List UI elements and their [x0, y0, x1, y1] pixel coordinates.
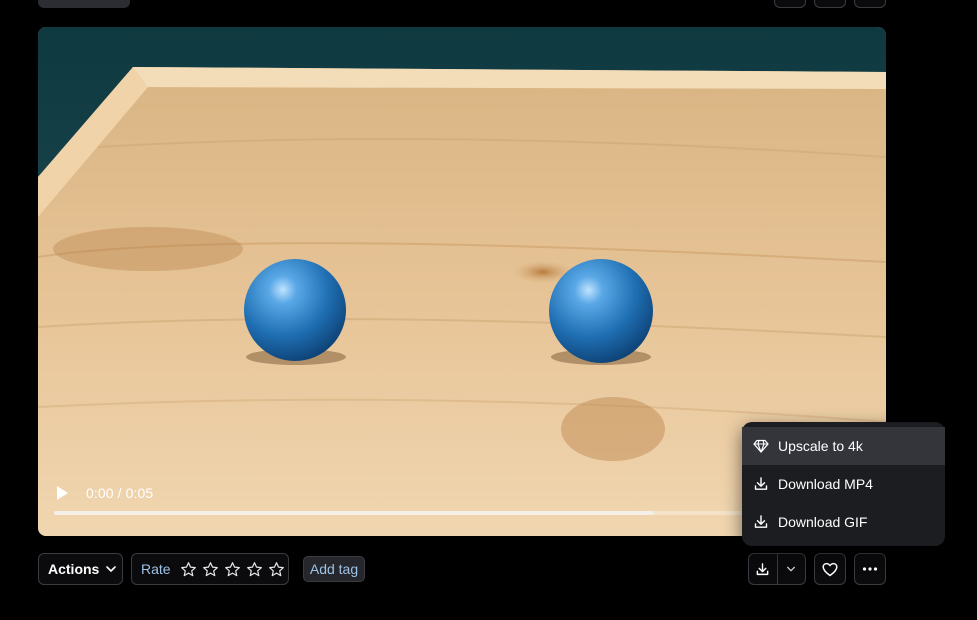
menu-item-download-gif[interactable]: Download GIF: [742, 503, 945, 541]
download-split-button: [748, 553, 806, 585]
blue-ball-right: [549, 259, 653, 363]
menu-item-label: Download MP4: [778, 476, 873, 492]
progress-fill: [54, 511, 654, 515]
top-icon-button-1[interactable]: [774, 0, 806, 8]
ellipsis-icon: [862, 567, 878, 571]
menu-item-upscale[interactable]: Upscale to 4k: [742, 427, 945, 465]
diamond-icon: [753, 439, 769, 453]
actions-label: Actions: [48, 561, 100, 577]
star-icon[interactable]: [224, 561, 241, 578]
download-button[interactable]: [749, 554, 778, 584]
rate-label: Rate: [141, 561, 171, 577]
more-options-button[interactable]: [854, 553, 886, 585]
menu-item-label: Upscale to 4k: [778, 438, 863, 454]
download-icon: [754, 515, 768, 528]
favorite-button[interactable]: [814, 553, 846, 585]
menu-item-label: Download GIF: [778, 514, 868, 530]
top-pill-button[interactable]: [38, 0, 130, 8]
chevron-down-icon: [106, 566, 117, 572]
top-toolbar-cropped: [0, 0, 977, 10]
rate-control: Rate: [131, 553, 289, 585]
actions-button[interactable]: Actions: [38, 553, 123, 585]
star-icon[interactable]: [202, 561, 219, 578]
blue-ball-left: [244, 259, 346, 361]
star-rating: [175, 561, 285, 578]
download-options-button[interactable]: [778, 554, 806, 584]
top-icon-button-3[interactable]: [854, 0, 886, 8]
play-icon[interactable]: [54, 484, 70, 502]
download-icon: [754, 477, 768, 490]
chevron-down-icon: [787, 566, 796, 572]
time-display: 0:00 / 0:05: [86, 485, 154, 501]
star-icon[interactable]: [180, 561, 197, 578]
download-icon: [756, 562, 769, 575]
menu-item-download-mp4[interactable]: Download MP4: [742, 465, 945, 503]
add-tag-button[interactable]: Add tag: [303, 556, 365, 582]
top-icon-button-2[interactable]: [814, 0, 846, 8]
star-icon[interactable]: [268, 561, 285, 578]
download-menu: Upscale to 4k Download MP4 Download GIF: [742, 422, 945, 546]
star-icon[interactable]: [246, 561, 263, 578]
progress-bar[interactable]: [54, 511, 854, 515]
heart-icon: [822, 562, 838, 576]
